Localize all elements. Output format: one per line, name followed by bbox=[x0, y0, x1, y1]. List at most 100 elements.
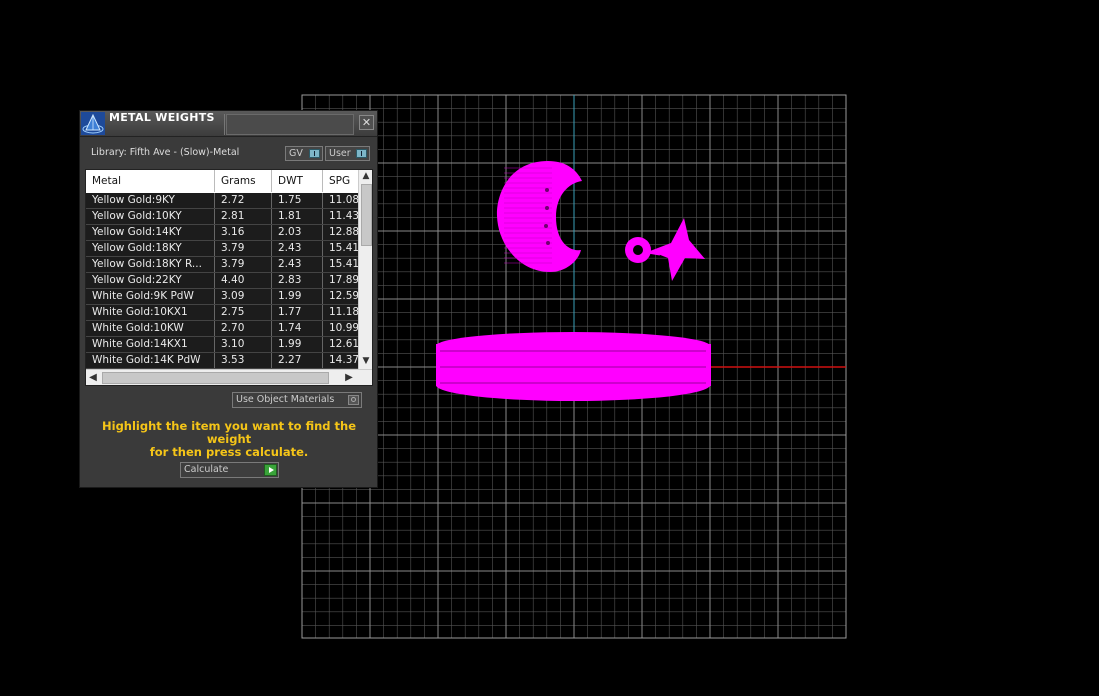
grams-cell: 2.70 bbox=[215, 321, 272, 336]
table-row[interactable]: Yellow Gold:18KY R... 3.79 2.43 15.41 bbox=[86, 257, 363, 273]
dialog-title: METAL WEIGHTS bbox=[109, 111, 215, 124]
use-object-materials-option[interactable]: Use Object Materials bbox=[232, 392, 362, 408]
close-icon[interactable]: ✕ bbox=[359, 115, 374, 130]
table-row[interactable]: White Gold:10KW 2.70 1.74 10.99 bbox=[86, 321, 363, 337]
table-row[interactable]: Yellow Gold:14KY 3.16 2.03 12.88 bbox=[86, 225, 363, 241]
spg-cell: 15.41 bbox=[323, 241, 363, 256]
vertical-scroll-thumb[interactable] bbox=[361, 184, 372, 246]
table-row[interactable]: Yellow Gold:22KY 4.40 2.83 17.89 bbox=[86, 273, 363, 289]
grams-cell: 3.09 bbox=[215, 289, 272, 304]
table-row[interactable]: White Gold:9K PdW 3.09 1.99 12.59 bbox=[86, 289, 363, 305]
library-label: Library: Fifth Ave - (Slow)-Metal bbox=[91, 147, 240, 158]
toggle-knob-icon bbox=[309, 149, 320, 158]
title-separator bbox=[224, 114, 225, 135]
moon-charm-hole bbox=[544, 224, 548, 228]
grams-cell: 3.16 bbox=[215, 225, 272, 240]
spg-cell: 10.99 bbox=[323, 321, 363, 336]
calculate-label: Calculate bbox=[184, 464, 229, 475]
column-header-metal[interactable]: Metal bbox=[86, 170, 215, 192]
moon-charm bbox=[496, 161, 582, 272]
gv-toggle-label: GV bbox=[289, 148, 303, 159]
pyramid-app-icon bbox=[81, 112, 105, 135]
metal-cell: White Gold:14KX1 bbox=[86, 337, 215, 352]
vertical-scrollbar[interactable]: ▲ ▼ bbox=[358, 170, 372, 369]
table-row[interactable]: Yellow Gold:18KY 3.79 2.43 15.41 bbox=[86, 241, 363, 257]
instruction-line-2: for then press calculate. bbox=[149, 445, 309, 459]
metal-cell: White Gold:9K PdW bbox=[86, 289, 215, 304]
scroll-down-icon[interactable]: ▼ bbox=[359, 355, 372, 367]
grams-cell: 3.10 bbox=[215, 337, 272, 352]
horizontal-scrollbar[interactable]: ◀ ▶ bbox=[86, 369, 372, 385]
moon-charm-hole bbox=[545, 188, 549, 192]
metal-cell: Yellow Gold:9KY bbox=[86, 193, 215, 208]
dwt-cell: 1.99 bbox=[272, 289, 323, 304]
jump-ring-hole bbox=[633, 245, 643, 255]
dwt-cell: 1.74 bbox=[272, 321, 323, 336]
metal-cell: Yellow Gold:22KY bbox=[86, 273, 215, 288]
grams-cell: 3.53 bbox=[215, 353, 272, 368]
spg-cell: 14.37 bbox=[323, 353, 363, 368]
scroll-left-icon[interactable]: ◀ bbox=[86, 371, 100, 385]
grams-cell: 3.79 bbox=[215, 241, 272, 256]
moon-charm-hole bbox=[546, 241, 550, 245]
moon-charm-hole bbox=[545, 206, 549, 210]
table-row[interactable]: White Gold:14K PdW 3.53 2.27 14.37 bbox=[86, 353, 363, 369]
radio-icon[interactable] bbox=[348, 395, 359, 405]
table-row[interactable]: White Gold:10KX1 2.75 1.77 11.18 bbox=[86, 305, 363, 321]
metal-weights-dialog: METAL WEIGHTS ✕ Library: Fifth Ave - (Sl… bbox=[79, 110, 378, 488]
title-tab-area bbox=[226, 114, 354, 135]
dwt-cell: 1.75 bbox=[272, 193, 323, 208]
instruction-line-1: Highlight the item you want to find the … bbox=[102, 419, 356, 446]
use-object-materials-label: Use Object Materials bbox=[236, 394, 335, 405]
metal-cell: White Gold:14K PdW bbox=[86, 353, 215, 368]
spg-cell: 12.59 bbox=[323, 289, 363, 304]
horizontal-scroll-thumb[interactable] bbox=[102, 372, 329, 384]
gv-toggle[interactable]: GV bbox=[285, 146, 323, 161]
user-toggle[interactable]: User bbox=[325, 146, 370, 161]
dwt-cell: 1.77 bbox=[272, 305, 323, 320]
column-header-spg[interactable]: SPG bbox=[323, 170, 363, 192]
dwt-cell: 1.99 bbox=[272, 337, 323, 352]
dwt-cell: 2.03 bbox=[272, 225, 323, 240]
table-row[interactable]: Yellow Gold:9KY 2.72 1.75 11.08 bbox=[86, 193, 363, 209]
grams-cell: 3.79 bbox=[215, 257, 272, 272]
column-header-dwt[interactable]: DWT bbox=[272, 170, 323, 192]
metal-table: Metal Grams DWT SPG Yellow Gold:9KY 2.72 1… bbox=[85, 169, 373, 386]
spg-cell: 11.43 bbox=[323, 209, 363, 224]
metal-cell: Yellow Gold:18KY R... bbox=[86, 257, 215, 272]
grams-cell: 2.81 bbox=[215, 209, 272, 224]
spg-cell: 15.41 bbox=[323, 257, 363, 272]
table-body: Yellow Gold:9KY 2.72 1.75 11.08 Yellow Gold:… bbox=[86, 193, 363, 369]
column-header-grams[interactable]: Grams bbox=[215, 170, 272, 192]
metal-cell: White Gold:10KX1 bbox=[86, 305, 215, 320]
scroll-right-icon[interactable]: ▶ bbox=[342, 371, 356, 385]
ring-band-bottom bbox=[436, 369, 710, 401]
dwt-cell: 2.27 bbox=[272, 353, 323, 368]
dwt-cell: 1.81 bbox=[272, 209, 323, 224]
toggle-knob-icon bbox=[356, 149, 367, 158]
spg-cell: 12.88 bbox=[323, 225, 363, 240]
table-header: Metal Grams DWT SPG bbox=[86, 170, 363, 192]
spg-cell: 12.61 bbox=[323, 337, 363, 352]
dwt-cell: 2.83 bbox=[272, 273, 323, 288]
grams-cell: 4.40 bbox=[215, 273, 272, 288]
dialog-titlebar[interactable]: METAL WEIGHTS ✕ bbox=[80, 111, 377, 137]
charm-connector bbox=[647, 250, 661, 256]
metal-cell: White Gold:10KW bbox=[86, 321, 215, 336]
metal-cell: Yellow Gold:10KY bbox=[86, 209, 215, 224]
user-toggle-label: User bbox=[329, 148, 351, 159]
dwt-cell: 2.43 bbox=[272, 241, 323, 256]
scroll-up-icon[interactable]: ▲ bbox=[359, 170, 372, 182]
grams-cell: 2.75 bbox=[215, 305, 272, 320]
table-row[interactable]: White Gold:14KX1 3.10 1.99 12.61 bbox=[86, 337, 363, 353]
grams-cell: 2.72 bbox=[215, 193, 272, 208]
spg-cell: 11.18 bbox=[323, 305, 363, 320]
spg-cell: 17.89 bbox=[323, 273, 363, 288]
spg-cell: 11.08 bbox=[323, 193, 363, 208]
calculate-button[interactable]: Calculate bbox=[180, 462, 279, 478]
metal-cell: Yellow Gold:14KY bbox=[86, 225, 215, 240]
instruction-text: Highlight the item you want to find the … bbox=[90, 420, 368, 459]
play-arrow-icon bbox=[264, 464, 277, 476]
metal-cell: Yellow Gold:18KY bbox=[86, 241, 215, 256]
table-row[interactable]: Yellow Gold:10KY 2.81 1.81 11.43 bbox=[86, 209, 363, 225]
